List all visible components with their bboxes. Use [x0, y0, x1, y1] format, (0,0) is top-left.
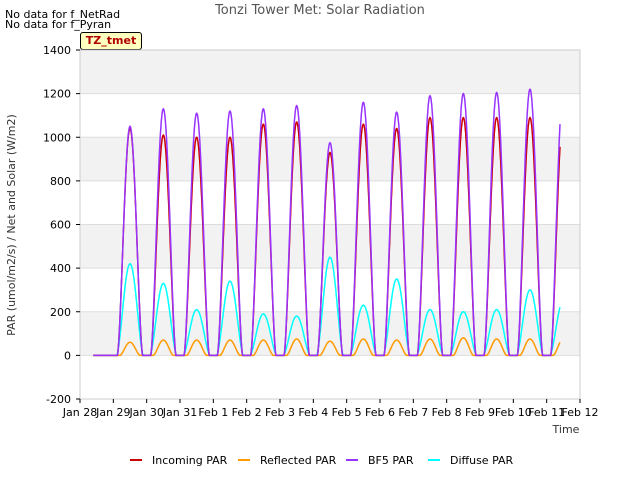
background-band [80, 311, 580, 356]
x-tick-label: Feb 2 [232, 406, 262, 419]
x-tick-label: Jan 29 [95, 406, 130, 419]
y-tick-label: 800 [50, 175, 71, 188]
y-axis-ticks: -200 0 200 400 600 800 1000 1200 1400 [43, 44, 80, 406]
y-axis-label: PAR (umol/m2/s) / Net and Solar (W/m2) [5, 114, 18, 336]
x-tick-label: Feb 7 [398, 406, 428, 419]
y-tick-label: 0 [64, 349, 71, 362]
y-tick-label: 1000 [43, 131, 71, 144]
y-tick-label: 400 [50, 262, 71, 275]
x-tick-label: Feb 4 [298, 406, 328, 419]
y-tick-label: 1400 [43, 44, 71, 57]
legend: Incoming PAR Reflected PAR BF5 PAR Diffu… [0, 454, 640, 470]
y-tick-label: -200 [46, 393, 71, 406]
x-tick-label: Jan 28 [62, 406, 97, 419]
background-band [80, 355, 580, 399]
legend-swatch [130, 459, 142, 461]
legend-swatch [346, 459, 358, 461]
background-band [80, 50, 580, 94]
legend-item-incoming-par: Incoming PAR [130, 454, 227, 467]
x-tick-label: Feb 5 [332, 406, 362, 419]
background-band [80, 180, 580, 225]
x-tick-label: Feb 6 [365, 406, 395, 419]
legend-swatch [238, 459, 250, 461]
y-tick-label: 1200 [43, 88, 71, 101]
x-tick-label: Feb 9 [465, 406, 495, 419]
x-tick-label: Jan 30 [128, 406, 163, 419]
legend-item-diffuse-par: Diffuse PAR [428, 454, 513, 467]
x-tick-label: Jan 31 [162, 406, 197, 419]
x-tick-label: Feb 12 [562, 406, 599, 419]
x-axis-label: Time [552, 423, 580, 436]
legend-swatch [428, 459, 440, 461]
x-tick-label: Feb 11 [528, 406, 565, 419]
x-tick-label: Feb 8 [432, 406, 462, 419]
chart-canvas: -2000200400600800100012001400 Jan 28Jan … [5, 44, 599, 436]
x-tick-label: Feb 3 [265, 406, 295, 419]
y-tick-label: 600 [50, 219, 71, 232]
background-band [80, 93, 580, 138]
legend-item-bf5-par: BF5 PAR [346, 454, 413, 467]
x-tick-label: Feb 10 [495, 406, 532, 419]
x-tick-label: Feb 1 [198, 406, 228, 419]
legend-item-reflected-par: Reflected PAR [238, 454, 336, 467]
x-axis-ticks: Jan 28Jan 29Jan 30Jan 31 Feb 1 Feb 2 Feb 3F… [62, 399, 599, 419]
y-tick-label: 200 [50, 306, 71, 319]
